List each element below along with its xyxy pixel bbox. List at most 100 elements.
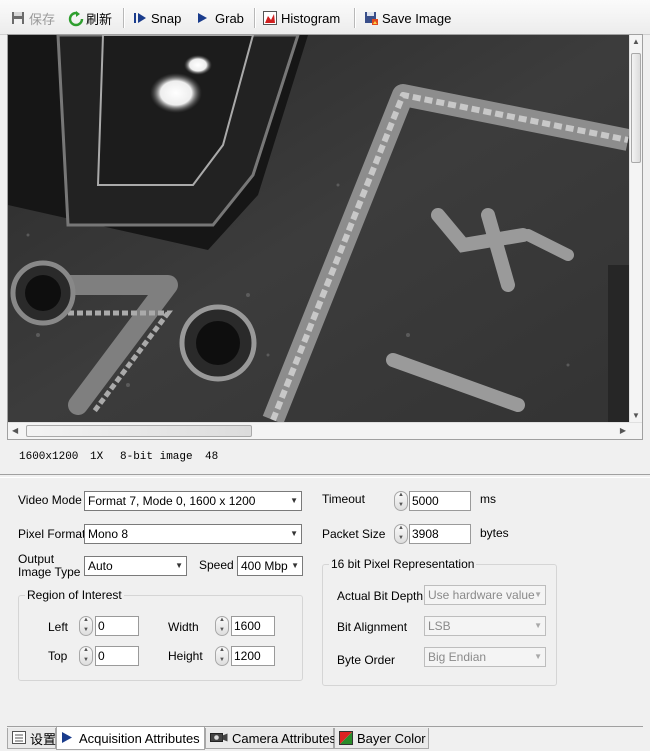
refresh-icon (68, 11, 84, 27)
splitter[interactable] (0, 474, 650, 478)
video-mode-select[interactable]: Format 7, Mode 0, 1600 x 1200 ▼ (84, 491, 302, 511)
tab-acquisition-attributes[interactable]: Acquisition Attributes (56, 727, 205, 750)
roi-title: Region of Interest (25, 588, 124, 602)
save-image-label: Save Image (382, 10, 452, 26)
speed-label: Speed (199, 558, 234, 572)
snap-icon (133, 11, 147, 25)
pixel-format-label: Pixel Format (18, 527, 86, 541)
pixel-format-select[interactable]: Mono 8 ▼ (84, 524, 302, 544)
horizontal-scroll-thumb[interactable] (26, 425, 252, 437)
output-image-type-label: Output Image Type (18, 552, 81, 579)
pixel-value-text: 48 (205, 451, 219, 463)
toolbar: 保存 刷新 Snap Grab Histogram Save Image (0, 0, 650, 35)
roi-height-label: Height (168, 649, 203, 663)
scroll-right-icon[interactable]: ▶ (620, 427, 626, 435)
snap-label: Snap (151, 10, 182, 26)
save-label: 保存 (29, 11, 56, 27)
roi-left-input[interactable]: 0 (95, 616, 139, 636)
bit-depth-text: 8-bit image (120, 451, 193, 463)
speed-value: 400 Mbp (241, 559, 288, 573)
packet-size-input[interactable]: 3908 (409, 524, 471, 544)
roi-top-spinner[interactable] (79, 646, 93, 666)
refresh-label: 刷新 (86, 11, 113, 27)
video-mode-label: Video Mode (18, 493, 82, 507)
histogram-button[interactable]: Histogram (263, 8, 340, 28)
acquisition-settings-panel: Video Mode Format 7, Mode 0, 1600 x 1200… (7, 480, 643, 724)
save-image-button[interactable]: Save Image (364, 8, 451, 28)
chevron-down-icon: ▼ (175, 561, 183, 570)
roi-left-spinner[interactable] (79, 616, 93, 636)
tab-settings-label: 设置 (30, 731, 57, 747)
scroll-up-icon[interactable]: ▲ (632, 38, 640, 46)
roi-height-spinner[interactable] (215, 646, 229, 666)
list-icon (12, 731, 26, 745)
scroll-down-icon[interactable]: ▼ (632, 412, 640, 420)
resolution-text: 1600x1200 (19, 451, 79, 463)
histogram-icon (263, 11, 277, 25)
snap-button[interactable]: Snap (133, 8, 181, 28)
bit-depth-value: Use hardware value (428, 588, 535, 602)
bit-depth-label: Actual Bit Depth (337, 589, 424, 603)
video-mode-value: Format 7, Mode 0, 1600 x 1200 (88, 494, 256, 508)
play-icon (197, 11, 211, 25)
chevron-down-icon: ▼ (534, 652, 542, 661)
camera-image (8, 35, 632, 423)
image-status-bar: 1600x1200 1X 8-bit image 48 (7, 440, 643, 472)
chevron-down-icon: ▼ (290, 529, 298, 538)
pixel-representation-title: 16 bit Pixel Representation (329, 557, 477, 571)
bit-alignment-select[interactable]: LSB ▼ (424, 616, 546, 636)
save-button[interactable]: 保存 (11, 8, 55, 28)
vertical-scroll-thumb[interactable] (631, 53, 641, 163)
roi-top-label: Top (48, 649, 68, 663)
save-image-icon (364, 11, 378, 25)
bayer-color-icon (339, 731, 353, 745)
packet-size-unit: bytes (480, 526, 509, 540)
chevron-down-icon: ▼ (291, 561, 299, 570)
chevron-down-icon: ▼ (534, 621, 542, 630)
tab-camera-label: Camera Attributes (232, 730, 337, 746)
floppy-disk-icon (11, 11, 25, 25)
histogram-label: Histogram (281, 10, 341, 26)
packet-size-label: Packet Size (322, 527, 386, 541)
toolbar-separator (354, 8, 356, 28)
timeout-spinner[interactable] (394, 491, 408, 511)
byte-order-value: Big Endian (428, 650, 487, 664)
refresh-button[interactable]: 刷新 (68, 8, 112, 28)
play-icon (61, 731, 75, 745)
chevron-down-icon: ▼ (290, 496, 298, 505)
bit-depth-select[interactable]: Use hardware value ▼ (424, 585, 546, 605)
scroll-left-icon[interactable]: ◀ (12, 427, 18, 435)
vertical-scrollbar[interactable]: ▲ ▼ (629, 35, 642, 423)
bit-alignment-label: Bit Alignment (337, 620, 408, 634)
roi-width-input[interactable]: 1600 (231, 616, 275, 636)
roi-top-input[interactable]: 0 (95, 646, 139, 666)
speed-select[interactable]: 400 Mbp ▼ (237, 556, 303, 576)
roi-height-input[interactable]: 1200 (231, 646, 275, 666)
tab-acquisition-label: Acquisition Attributes (79, 730, 200, 746)
tab-settings[interactable]: 设置 (7, 728, 56, 749)
toolbar-separator (254, 8, 256, 28)
region-of-interest-group: Region of Interest (18, 588, 303, 681)
chevron-down-icon: ▼ (534, 590, 542, 599)
grab-button[interactable]: Grab (197, 8, 244, 28)
toolbar-separator (123, 8, 125, 28)
byte-order-select[interactable]: Big Endian ▼ (424, 647, 546, 667)
packet-size-spinner[interactable] (394, 524, 408, 544)
timeout-unit: ms (480, 492, 496, 506)
timeout-input[interactable]: 5000 (409, 491, 471, 511)
roi-left-label: Left (48, 620, 69, 634)
grab-label: Grab (215, 10, 244, 26)
pixel-format-value: Mono 8 (88, 527, 129, 541)
image-viewer[interactable]: ▲ ▼ ◀ ▶ (7, 34, 643, 440)
tab-bayer-label: Bayer Color (357, 730, 426, 746)
roi-width-spinner[interactable] (215, 616, 229, 636)
output-image-type-value: Auto (88, 559, 113, 573)
zoom-text: 1X (90, 451, 104, 463)
output-image-type-select[interactable]: Auto ▼ (84, 556, 187, 576)
roi-width-label: Width (168, 620, 199, 634)
bit-alignment-value: LSB (428, 619, 451, 633)
tab-camera-attributes[interactable]: Camera Attributes (205, 728, 337, 749)
tab-bayer-color[interactable]: Bayer Color (334, 728, 429, 749)
camera-icon (210, 731, 228, 745)
horizontal-scrollbar[interactable]: ◀ ▶ (8, 422, 642, 439)
